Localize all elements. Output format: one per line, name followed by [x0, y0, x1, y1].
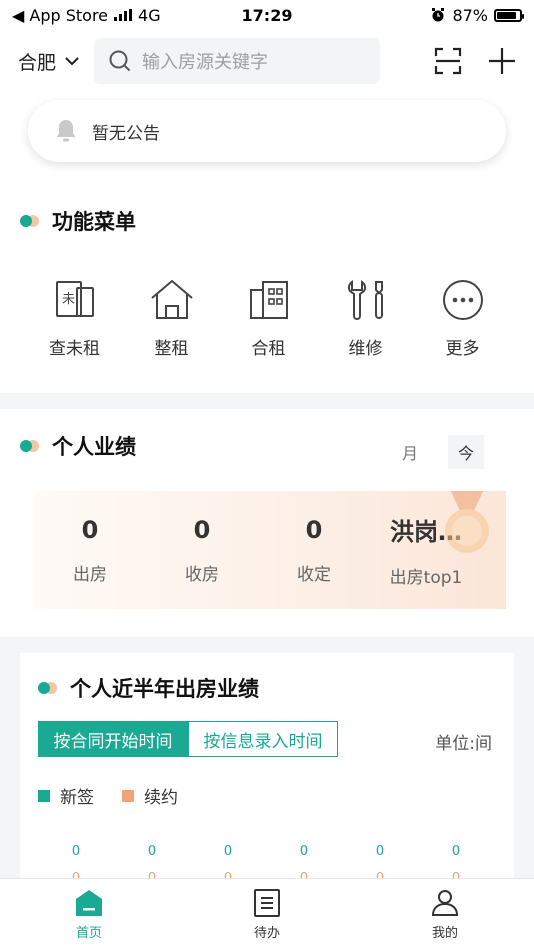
- menu-item-shared-rent[interactable]: 合租: [220, 276, 317, 359]
- alarm-icon: [432, 8, 445, 22]
- announcement-bar[interactable]: 暂无公告: [28, 100, 506, 162]
- performance-section: 个人业绩 月 今 0 出房 0 收房 0 收定 洪岗… 出房top1: [0, 409, 534, 637]
- performance-card: 0 出房 0 收房 0 收定 洪岗… 出房top1: [34, 491, 506, 609]
- add-icon[interactable]: [488, 47, 516, 75]
- stat-received[interactable]: 0 收房: [146, 516, 258, 585]
- bell-icon: [56, 120, 76, 142]
- menu-item-label: 整租: [154, 339, 189, 359]
- menu-item-repair[interactable]: 维修: [317, 276, 414, 359]
- user-icon: [431, 890, 459, 916]
- new-value: 0: [147, 844, 157, 859]
- tab-today[interactable]: 今: [448, 435, 484, 469]
- menu-item-whole-rent[interactable]: 整租: [123, 276, 220, 359]
- new-value: 0: [299, 844, 309, 859]
- svg-text:未: 未: [62, 292, 75, 307]
- tab-mine[interactable]: 我的: [356, 879, 534, 950]
- network-type: 4G: [138, 5, 161, 25]
- new-value: 0: [451, 844, 461, 859]
- tab-home[interactable]: 首页: [0, 879, 178, 950]
- house-icon: [150, 279, 193, 319]
- section-dots-icon: [38, 682, 58, 694]
- unit-label: 单位:间: [435, 734, 492, 754]
- stat-label: 出房top1: [389, 568, 463, 588]
- tab-label: 待办: [253, 926, 280, 941]
- chart-legend: 新签 续约: [38, 783, 494, 808]
- section-dots-icon: [20, 440, 40, 452]
- menu-item-label: 更多: [445, 339, 480, 359]
- tab-label: 首页: [75, 926, 102, 941]
- segment-entry-time[interactable]: 按信息录入时间: [188, 721, 338, 757]
- new-value: 0: [223, 844, 233, 859]
- top-bar: 合肥 输入房源关键字: [0, 30, 534, 92]
- function-menu-section: 功能菜单 未 查未租 整租 合租 维修 更多: [0, 178, 534, 393]
- tab-month[interactable]: 月: [392, 435, 428, 469]
- section-dots-icon: [20, 215, 40, 227]
- city-label: 合肥: [18, 51, 57, 74]
- more-icon: [442, 280, 483, 320]
- legend-renew: 续约: [122, 783, 178, 808]
- search-placeholder: 输入房源关键字: [142, 52, 269, 73]
- stat-rented-out[interactable]: 0 出房: [34, 516, 146, 585]
- stat-value: 0: [193, 515, 211, 544]
- tools-icon: [347, 280, 383, 320]
- section-title: 个人近半年出房业绩: [70, 677, 259, 701]
- stat-value: 0: [81, 515, 99, 544]
- menu-item-label: 维修: [348, 339, 383, 359]
- battery-icon: [494, 8, 524, 22]
- menu-item-more[interactable]: 更多: [414, 276, 511, 359]
- home-icon: [76, 890, 102, 916]
- menu-item-label: 合租: [251, 339, 286, 359]
- medal-icon: [445, 491, 489, 553]
- status-bar: ◀ App Store 4G 17:29 87%: [0, 0, 534, 30]
- tab-todo[interactable]: 待办: [178, 879, 356, 950]
- tab-label: 我的: [431, 926, 458, 941]
- stat-value: 0: [305, 515, 323, 544]
- menu-item-unrented[interactable]: 未 查未租: [26, 276, 123, 359]
- back-to-app-store-link[interactable]: ◀ App Store: [12, 6, 108, 25]
- signal-icon: [114, 9, 133, 21]
- half-year-card: 个人近半年出房业绩 按合同开始时间 按信息录入时间 单位:间 新签 续约 00 …: [20, 653, 514, 913]
- search-input[interactable]: 输入房源关键字: [94, 38, 381, 84]
- new-value: 0: [375, 844, 385, 859]
- bottom-tab-bar: 首页 待办 我的: [0, 878, 534, 950]
- stat-label: 收房: [185, 564, 219, 585]
- search-icon: [109, 50, 131, 72]
- unrented-icon: 未: [55, 281, 94, 317]
- stat-deposit[interactable]: 0 收定: [258, 516, 370, 585]
- todo-icon: [254, 889, 280, 917]
- segment-contract-start[interactable]: 按合同开始时间: [38, 721, 188, 757]
- stat-label: 出房: [73, 564, 107, 585]
- stat-label: 收定: [297, 564, 331, 585]
- menu-item-label: 查未租: [49, 339, 100, 359]
- chevron-down-icon: [65, 57, 79, 66]
- city-selector[interactable]: 合肥: [18, 48, 80, 75]
- section-title: 功能菜单: [52, 210, 136, 234]
- time-basis-toggle: 按合同开始时间 按信息录入时间: [38, 721, 494, 757]
- new-value: 0: [71, 844, 81, 859]
- section-title: 个人业绩: [52, 435, 136, 459]
- scan-icon[interactable]: [434, 47, 462, 75]
- legend-new: 新签: [38, 783, 94, 808]
- battery-percent: 87%: [452, 5, 488, 25]
- building-icon: [249, 281, 288, 319]
- announcement-text: 暂无公告: [92, 123, 160, 144]
